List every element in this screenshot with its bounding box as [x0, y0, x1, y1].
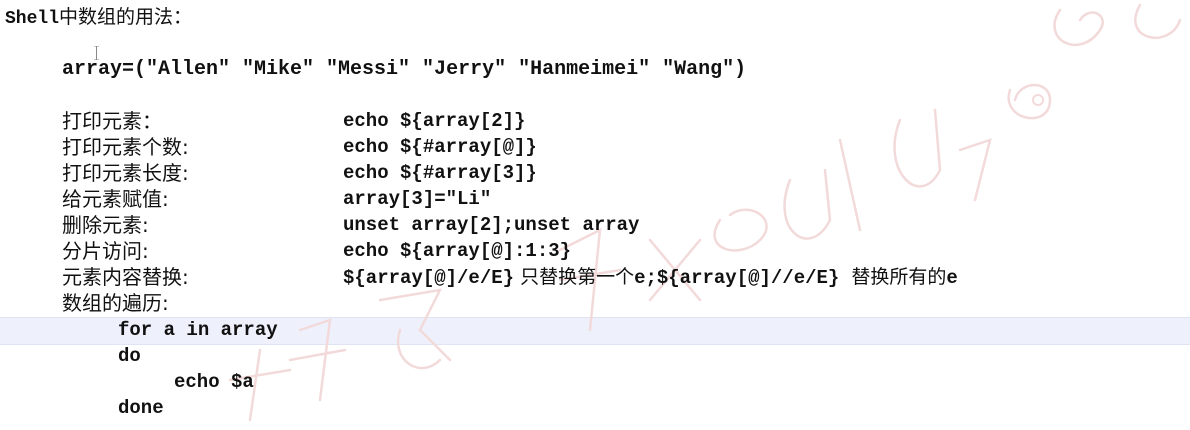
row-command: echo ${array[2]} — [343, 110, 526, 132]
row-command: array[3]="Li" — [343, 188, 492, 210]
replace-first-note: 只替换第一个 — [514, 266, 635, 288]
loop-line-echo: echo $a — [174, 371, 254, 393]
row-print-element: 打印元素： echo ${array[2]} — [62, 108, 1182, 134]
row-command: ${array[@]/e/E} 只替换第一个e;${array[@]//e/E}… — [343, 264, 958, 291]
replace-all-note: 替换所有的 — [839, 266, 947, 288]
title-prefix: Shell — [5, 9, 60, 29]
loop-line-do: do — [118, 345, 141, 367]
row-slice: 分片访问: echo ${array[@]:1:3} — [62, 238, 1182, 264]
loop-line-done: done — [118, 397, 164, 419]
row-command: echo ${#array[@]} — [343, 136, 537, 158]
row-print-length: 打印元素长度: echo ${#array[3]} — [62, 160, 1182, 186]
row-command: echo ${#array[3]} — [343, 162, 537, 184]
row-replace: 元素内容替换: ${array[@]/e/E} 只替换第一个e;${array[… — [62, 264, 1182, 290]
row-label: 给元素赋值: — [62, 187, 169, 211]
row-command: unset array[2];unset array — [343, 214, 640, 236]
loop-line-for: for a in array — [118, 319, 278, 341]
row-delete: 删除元素: unset array[2];unset array — [62, 212, 1182, 238]
title-suffix: 中数组的用法： — [59, 6, 193, 28]
row-label: 删除元素: — [62, 213, 149, 237]
row-label: 打印元素个数: — [62, 135, 189, 159]
array-definition: array=("Allen" "Mike" "Messi" "Jerry" "H… — [62, 58, 747, 81]
document-page: Shell中数组的用法： array=("Allen" "Mike" "Mess… — [0, 0, 1190, 430]
row-label: 打印元素长度: — [62, 161, 189, 185]
row-label: 元素内容替换: — [62, 265, 189, 289]
row-iterate: 数组的遍历: — [62, 290, 1182, 316]
row-label: 分片访问: — [62, 239, 149, 263]
row-label: 数组的遍历: — [62, 291, 169, 315]
row-assign: 给元素赋值: array[3]="Li" — [62, 186, 1182, 212]
row-label: 打印元素： — [62, 109, 162, 133]
page-title: Shell中数组的用法： — [5, 2, 192, 34]
replace-all-tail: e — [946, 267, 958, 289]
replace-first-cmd: ${array[@]/e/E} — [343, 267, 515, 289]
row-print-count: 打印元素个数: echo ${#array[@]} — [62, 134, 1182, 160]
row-command: echo ${array[@]:1:3} — [343, 240, 572, 262]
replace-all-cmd: e;${array[@]//e/E} — [634, 267, 840, 289]
